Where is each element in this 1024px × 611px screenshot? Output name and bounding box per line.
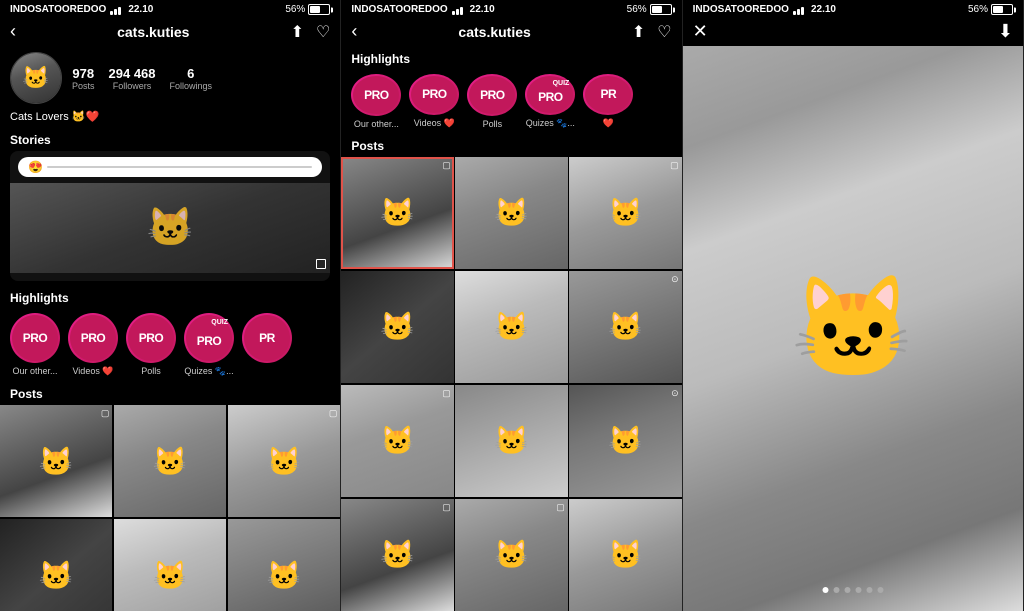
highlight-item-5[interactable]: PR (242, 313, 292, 377)
photo-main-3[interactable]: 🐱 (683, 46, 1023, 611)
post-2-11[interactable]: 🐱 ▢ (455, 499, 567, 611)
highlights-header-2: Highlights (341, 46, 681, 70)
posts-label-1: Posts (0, 383, 340, 405)
post-2-10[interactable]: 🐱 ▢ (341, 499, 453, 611)
carrier-1: INDOSATOOREDOO 22.10 (10, 4, 153, 15)
share-icon-1[interactable]: ⬆ (291, 22, 304, 42)
post-thumb-5[interactable]: 🐱 (114, 519, 226, 611)
share-icon-2[interactable]: ⬆ (632, 22, 645, 42)
dot-5 (866, 587, 872, 593)
status-right-2: 56% (627, 4, 672, 15)
nav-bar-3: ✕ ⬇ (683, 17, 1023, 46)
post-thumb-4[interactable]: 🐱 (0, 519, 112, 611)
carrier-2: INDOSATOOREDOO 22.10 (351, 4, 494, 15)
stat-followers-1: 294 468 Followers (109, 66, 156, 91)
dot-1 (822, 587, 828, 593)
post-2-2[interactable]: 🐱 (455, 157, 567, 269)
post-thumb-2[interactable]: 🐱 (114, 405, 226, 517)
status-right-1: 56% (285, 4, 330, 15)
back-button-2[interactable]: ‹ (351, 21, 357, 42)
heart-icon-2[interactable]: ♡ (657, 22, 671, 42)
post-2-9[interactable]: 🐱 ⊙ (569, 385, 681, 497)
dot-4 (855, 587, 861, 593)
status-bar-1: INDOSATOOREDOO 22.10 56% (0, 0, 340, 17)
download-icon-3[interactable]: ⬇ (998, 21, 1013, 42)
hl2-item-3[interactable]: PRO Polls (467, 74, 517, 129)
posts-label-2: Posts (341, 135, 681, 157)
post-2-8[interactable]: 🐱 (455, 385, 567, 497)
stories-label-1: Stories (0, 129, 340, 151)
stat-posts-1: 978 Posts (72, 66, 95, 91)
stats-row-1: 978 Posts 294 468 Followers 6 Followings (72, 66, 212, 91)
posts-grid-2: 🐱 ▢ 🐱 🐱 ▢ 🐱 🐱 🐱 ⊙ 🐱 ▢ 🐱 🐱 ⊙ (341, 157, 681, 611)
dot-3 (844, 587, 850, 593)
close-button-3[interactable]: ✕ (693, 21, 708, 42)
highlights-row-2: PRO Our other... PRO Videos ❤️ PRO Polls… (341, 70, 681, 135)
battery-icon-3 (991, 4, 1013, 15)
post-thumb-6[interactable]: 🐱 (228, 519, 340, 611)
profile-title-1: cats.kuties (117, 24, 189, 40)
battery-icon-1 (308, 4, 330, 15)
back-button-1[interactable]: ‹ (10, 21, 16, 42)
story-reaction-bar: 😍 (18, 157, 322, 177)
status-bar-2: INDOSATOOREDOO 22.10 56% (341, 0, 681, 17)
highlight-item-3[interactable]: PRO Polls (126, 313, 176, 377)
avatar-1[interactable]: 🐱 (10, 52, 62, 104)
wifi-icon-1 (110, 5, 124, 15)
story-preview-1[interactable]: 😍 🐱 (10, 151, 330, 281)
story-image-1: 🐱 (10, 183, 330, 273)
status-bar-3: INDOSATOOREDOO 22.10 56% (683, 0, 1023, 17)
stat-following-1: 6 Followings (170, 66, 213, 91)
wifi-icon-3 (793, 5, 807, 15)
reaction-bar-fill (47, 166, 312, 168)
status-right-3: 56% (968, 4, 1013, 15)
hl2-item-5[interactable]: PR ❤️ (583, 74, 633, 129)
photo-dots-3 (814, 579, 891, 601)
post-2-12[interactable]: 🐱 (569, 499, 681, 611)
nav-icons-2: ⬆ ♡ (632, 22, 672, 42)
highlight-item-4[interactable]: QUIZ PRO Quizes 🐾... (184, 313, 234, 377)
highlight-item-1[interactable]: PRO Our other... (10, 313, 60, 377)
posts-grid-1: 🐱 ▢ 🐱 🐱 ▢ 🐱 🐱 🐱 (0, 405, 340, 611)
dot-2 (833, 587, 839, 593)
heart-icon-1[interactable]: ♡ (316, 22, 330, 42)
panel-1: INDOSATOOREDOO 22.10 56% ‹ cats.kuties ⬆… (0, 0, 341, 611)
hl2-item-2[interactable]: PRO Videos ❤️ (409, 74, 459, 129)
post-2-4[interactable]: 🐱 (341, 271, 453, 383)
highlight-item-2[interactable]: PRO Videos ❤️ (68, 313, 118, 377)
battery-icon-2 (650, 4, 672, 15)
story-indicator (316, 259, 326, 269)
post-icon-3: ▢ (329, 408, 338, 419)
nav-bar-2: ‹ cats.kuties ⬆ ♡ (341, 17, 681, 46)
nav-icons-1: ⬆ ♡ (291, 22, 331, 42)
profile-scroll-1[interactable]: 🐱 978 Posts 294 468 Followers 6 Followin… (0, 46, 340, 611)
panel-2: INDOSATOOREDOO 22.10 56% ‹ cats.kuties ⬆… (341, 0, 682, 611)
wifi-icon-2 (452, 5, 466, 15)
story-top-1: 😍 (10, 151, 330, 183)
hl2-item-4[interactable]: QUIZ PRO Quizes 🐾... (525, 74, 575, 129)
post-2-6[interactable]: 🐱 ⊙ (569, 271, 681, 383)
post-2-1[interactable]: 🐱 ▢ (341, 157, 453, 269)
post-icon-1: ▢ (101, 408, 110, 419)
post-2-5[interactable]: 🐱 (455, 271, 567, 383)
highlights-label-1: Highlights (0, 287, 340, 309)
post-2-7[interactable]: 🐱 ▢ (341, 385, 453, 497)
highlights-row-1: PRO Our other... PRO Videos ❤️ PRO Polls (0, 309, 340, 383)
profile-header-1: 🐱 978 Posts 294 468 Followers 6 Followin… (0, 46, 340, 110)
profile-title-2: cats.kuties (458, 24, 530, 40)
nav-bar-1: ‹ cats.kuties ⬆ ♡ (0, 17, 340, 46)
hl2-item-1[interactable]: PRO Our other... (351, 74, 401, 129)
dot-6 (877, 587, 883, 593)
bio-1: Cats Lovers 🐱❤️ (0, 110, 340, 129)
post-2-3[interactable]: 🐱 ▢ (569, 157, 681, 269)
photo-large-3: 🐱 (683, 46, 1023, 611)
carrier-3: INDOSATOOREDOO 22.10 (693, 4, 836, 15)
post-thumb-1[interactable]: 🐱 ▢ (0, 405, 112, 517)
post-thumb-3[interactable]: 🐱 ▢ (228, 405, 340, 517)
panel-3: INDOSATOOREDOO 22.10 56% ✕ ⬇ 🐱 (683, 0, 1024, 611)
